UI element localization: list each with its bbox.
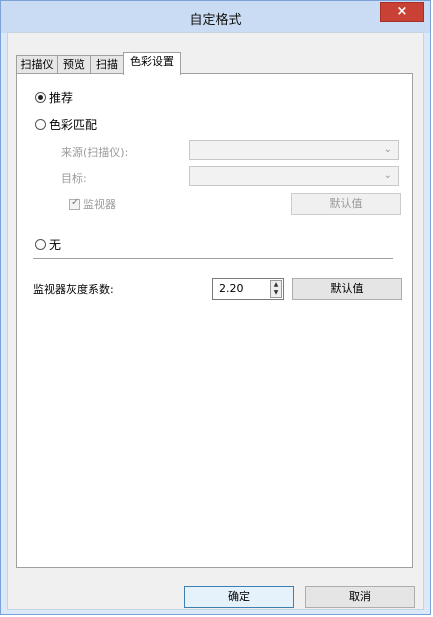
color-defaults-button[interactable]: 默认值: [291, 193, 401, 215]
close-icon: ×: [396, 4, 408, 19]
radio-color-matching[interactable]: 色彩匹配: [35, 116, 97, 133]
checkmark-icon: ✓: [71, 196, 80, 208]
radio-empty-icon: [35, 119, 46, 130]
dialog-body: 扫描仪 预览 扫描 色彩设置 推荐 色彩匹配 来源(扫描仪): ⌄ 目标: ⌄ …: [7, 32, 424, 610]
divider: [33, 258, 393, 259]
gamma-value-stepper[interactable]: 2.20 ▲ ▼: [212, 278, 284, 300]
spin-arrows-icon[interactable]: ▲ ▼: [270, 280, 282, 298]
title-bar[interactable]: 自定格式 ×: [1, 1, 430, 33]
color-settings-panel: 推荐 色彩匹配 来源(扫描仪): ⌄ 目标: ⌄ ✓ 监视器 默认值 无 监视器…: [16, 73, 413, 568]
dialog-title: 自定格式: [189, 13, 242, 28]
tab-scan[interactable]: 扫描: [90, 55, 124, 73]
source-label: 来源(扫描仪):: [61, 146, 129, 159]
target-label: 目标:: [61, 172, 87, 185]
tab-color-settings[interactable]: 色彩设置: [123, 52, 181, 75]
checkbox-box: ✓: [69, 196, 80, 210]
custom-format-dialog: 自定格式 × 扫描仪 预览 扫描 色彩设置 推荐 色彩匹配 来源(扫描仪): ⌄…: [0, 0, 431, 615]
radio-empty-icon: [35, 239, 46, 250]
chevron-down-icon: ⌄: [383, 170, 392, 181]
radio-recommended[interactable]: 推荐: [35, 89, 73, 106]
tab-scanner[interactable]: 扫描仪: [16, 55, 58, 73]
monitor-checkbox[interactable]: ✓ 监视器: [69, 196, 116, 212]
gamma-defaults-button[interactable]: 默认值: [292, 278, 402, 300]
radio-none[interactable]: 无: [35, 236, 61, 253]
radio-selected-icon: [35, 92, 46, 103]
source-dropdown[interactable]: ⌄: [189, 140, 399, 160]
ok-button[interactable]: 确定: [184, 586, 294, 608]
gamma-label: 监视器灰度系数:: [33, 283, 114, 296]
cancel-button[interactable]: 取消: [305, 586, 415, 608]
target-dropdown[interactable]: ⌄: [189, 166, 399, 186]
close-button[interactable]: ×: [380, 2, 424, 22]
tab-preview[interactable]: 预览: [57, 55, 91, 73]
chevron-down-icon: ⌄: [383, 144, 392, 155]
